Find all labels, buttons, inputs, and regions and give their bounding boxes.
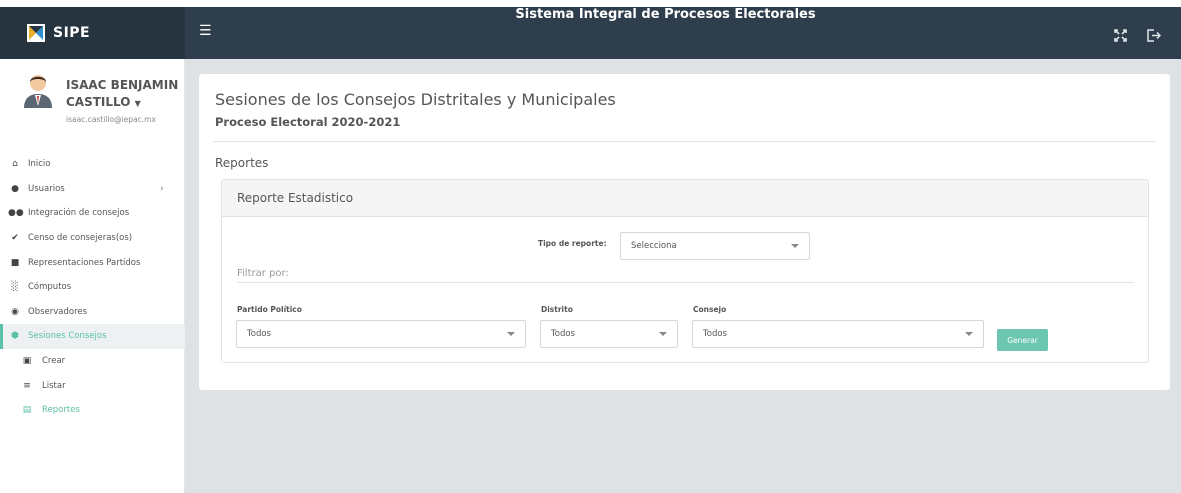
chevron-down-icon bbox=[965, 332, 973, 336]
tipo-reporte-select[interactable]: Selecciona bbox=[620, 232, 810, 260]
sidebar-item-label: Listar bbox=[42, 380, 66, 391]
chevron-down-icon bbox=[507, 332, 515, 336]
chevron-down-icon bbox=[659, 332, 667, 336]
hamburger-icon[interactable]: ☰ bbox=[199, 23, 212, 39]
pdf-icon: ▤ bbox=[22, 405, 32, 416]
consejo-label: Consejo bbox=[693, 305, 727, 314]
logo-icon bbox=[27, 24, 45, 42]
partido-select[interactable]: Todos bbox=[236, 320, 526, 348]
logo-text: SIPE bbox=[53, 25, 91, 41]
panel-title: Reporte Estadistico bbox=[222, 180, 1148, 217]
distrito-label: Distrito bbox=[541, 305, 573, 314]
main-content: Sesiones de los Consejos Distritales y M… bbox=[185, 59, 1181, 493]
generate-button[interactable]: Generar bbox=[997, 329, 1048, 351]
eye-icon: ◉ bbox=[11, 306, 19, 317]
sidebar-item-label: Censo de consejeras(os) bbox=[28, 233, 133, 244]
report-panel: Reporte Estadistico Tipo de reporte: Sel… bbox=[221, 179, 1149, 363]
expand-icon[interactable] bbox=[1114, 29, 1127, 46]
app-title: Sistema Integral de Procesos Electorales bbox=[515, 7, 816, 22]
sidebar-subitem-listar[interactable]: ≡ Listar bbox=[0, 373, 185, 398]
filter-label: Filtrar por: bbox=[237, 268, 289, 279]
page-title: Sesiones de los Consejos Distritales y M… bbox=[215, 90, 616, 109]
group-icon: ●● bbox=[8, 208, 24, 219]
content-card: Sesiones de los Consejos Distritales y M… bbox=[199, 74, 1170, 390]
file-plus-icon: ▣ bbox=[22, 356, 32, 367]
sidebar-item-label: Observadores bbox=[28, 306, 88, 317]
sidebar-item-inicio[interactable]: ⌂ Inicio bbox=[0, 152, 185, 177]
sidebar-item-label: Representaciones Partidos bbox=[28, 257, 141, 268]
sidebar-item-computos[interactable]: ░ Cómputos bbox=[0, 275, 185, 300]
sidebar-item-integracion[interactable]: ●● Integración de consejos bbox=[0, 201, 185, 226]
sidebar-subitem-reportes[interactable]: ▤ Reportes bbox=[0, 398, 185, 423]
sidebar-item-label: Inicio bbox=[28, 159, 51, 170]
hexagon-icon: ⬢ bbox=[11, 331, 19, 342]
sidebar-item-representaciones[interactable]: ■ Representaciones Partidos bbox=[0, 250, 185, 275]
user-email: isaac.castillo@iepac.mx bbox=[66, 115, 156, 124]
users-icon: ● bbox=[11, 183, 19, 194]
nav-menu: ⌂ Inicio ● Usuarios › ●● Integración de … bbox=[0, 152, 185, 423]
tipo-reporte-label: Tipo de reporte: bbox=[538, 239, 607, 248]
partido-value: Todos bbox=[247, 329, 271, 339]
people-icon: ■ bbox=[10, 257, 20, 268]
chevron-down-icon bbox=[791, 244, 799, 248]
logout-icon[interactable] bbox=[1147, 29, 1162, 46]
sidebar-item-label: Integración de consejos bbox=[28, 208, 130, 219]
tipo-reporte-value: Selecciona bbox=[631, 241, 677, 251]
partido-label: Partido Político bbox=[237, 305, 302, 314]
page-subtitle: Proceso Electoral 2020-2021 bbox=[215, 115, 401, 129]
section-title: Reportes bbox=[215, 156, 269, 170]
chevron-right-icon: › bbox=[160, 183, 164, 194]
list-icon: ≡ bbox=[23, 380, 31, 391]
sidebar-item-observadores[interactable]: ◉ Observadores bbox=[0, 300, 185, 325]
caret-down-icon: ▼ bbox=[134, 99, 141, 108]
sidebar: ISAAC BENJAMIN CASTILLO ▼ isaac.castillo… bbox=[0, 59, 185, 493]
sidebar-item-censo[interactable]: ✔ Censo de consejeras(os) bbox=[0, 226, 185, 251]
consejo-value: Todos bbox=[703, 329, 727, 339]
sidebar-item-label: Reportes bbox=[42, 405, 80, 416]
sidebar-item-label: Crear bbox=[42, 356, 66, 367]
sidebar-item-usuarios[interactable]: ● Usuarios › bbox=[0, 177, 185, 202]
divider bbox=[237, 282, 1134, 283]
bar-chart-icon: ░ bbox=[11, 282, 19, 293]
consejo-select[interactable]: Todos bbox=[692, 320, 984, 348]
sidebar-item-sesiones[interactable]: ⬢ Sesiones Consejos bbox=[0, 324, 185, 349]
user-name-text: ISAAC BENJAMIN CASTILLO bbox=[66, 78, 179, 109]
divider bbox=[213, 141, 1156, 142]
avatar[interactable] bbox=[22, 72, 54, 108]
sidebar-item-label: Cómputos bbox=[28, 282, 72, 293]
sidebar-item-label: Usuarios bbox=[28, 183, 65, 194]
sidebar-subitem-crear[interactable]: ▣ Crear bbox=[0, 349, 185, 374]
distrito-value: Todos bbox=[551, 329, 575, 339]
user-name[interactable]: ISAAC BENJAMIN CASTILLO ▼ bbox=[66, 77, 181, 112]
distrito-select[interactable]: Todos bbox=[540, 320, 678, 348]
sidebar-item-label: Sesiones Consejos bbox=[28, 331, 107, 342]
check-icon: ✔ bbox=[11, 233, 19, 244]
top-bar: SIPE ☰ Sistema Integral de Procesos Elec… bbox=[0, 7, 1181, 59]
home-icon: ⌂ bbox=[12, 159, 18, 170]
